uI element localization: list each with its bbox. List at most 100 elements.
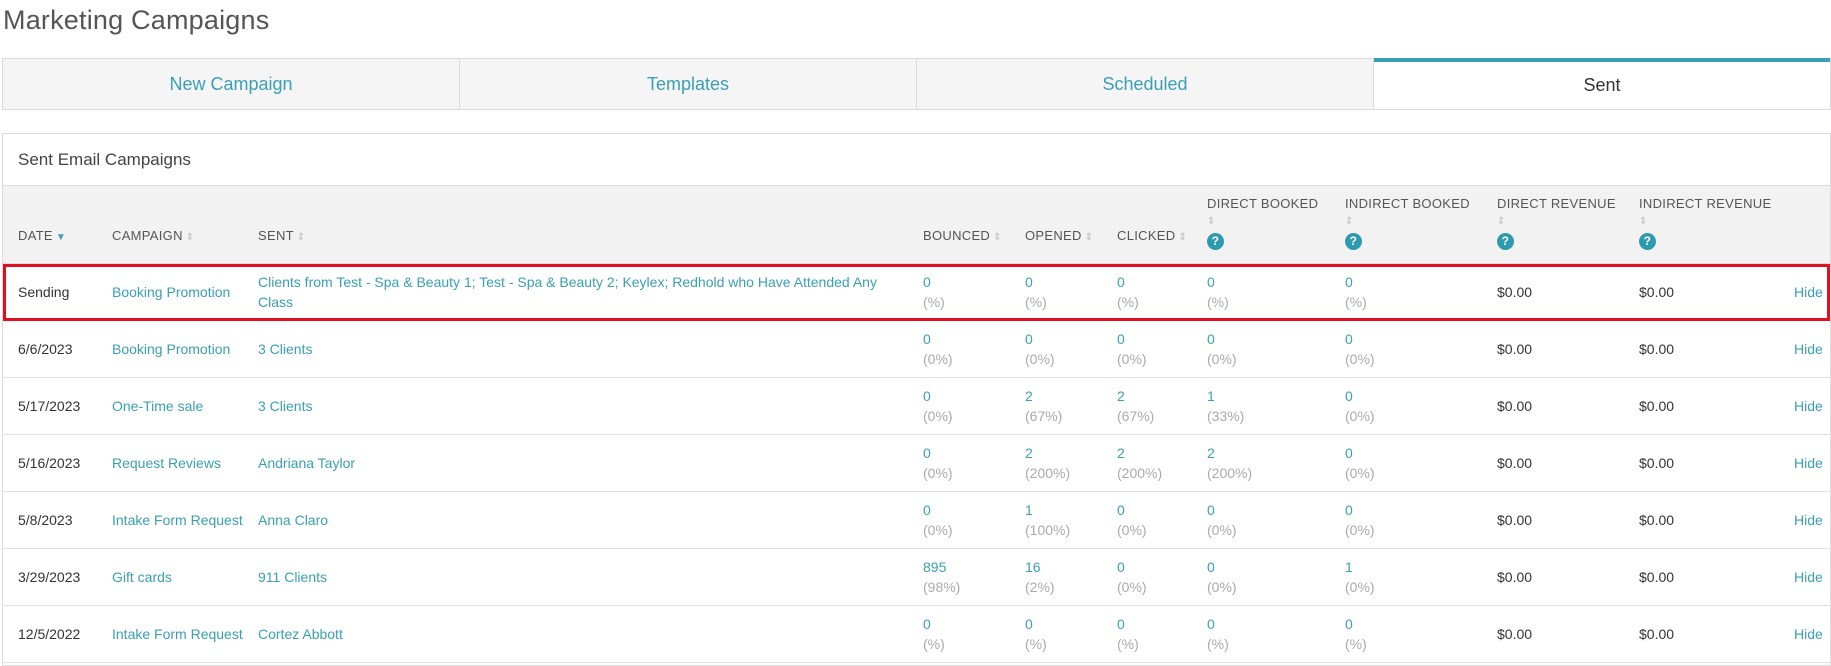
bounced-cell: 0 (0%) [923,443,953,483]
clicked-count[interactable]: 0 [1117,557,1147,577]
opened-cell: 0 (%) [1025,272,1047,312]
help-circle-icon[interactable]: ? [1639,233,1656,250]
campaign-link[interactable]: Gift cards [112,567,247,587]
column-campaign-header[interactable]: CAMPAIGN ⇕ [112,228,194,243]
recipients-link[interactable]: 911 Clients [258,567,898,587]
indirect-booked-count[interactable]: 0 [1345,329,1375,349]
clicked-count[interactable]: 2 [1117,386,1154,406]
column-date-header[interactable]: DATE ▼ [18,228,66,243]
bounced-count[interactable]: 0 [923,329,953,349]
opened-count[interactable]: 2 [1025,386,1062,406]
direct-booked-percent: (%) [1207,636,1229,652]
clicked-count[interactable]: 2 [1117,443,1162,463]
sort-icon: ⇕ [1345,216,1354,227]
column-clicked-label: CLICKED [1117,228,1176,243]
recipients-link[interactable]: 3 Clients [258,339,898,359]
tab-sent[interactable]: Sent [1374,58,1830,109]
column-indirect-revenue-header[interactable]: INDIRECT REVENUE ⇕ ? [1639,196,1771,250]
direct-booked-count[interactable]: 1 [1207,386,1244,406]
hide-link[interactable]: Hide [1794,453,1823,473]
bounced-count[interactable]: 0 [923,272,945,292]
recipients-link[interactable]: 3 Clients [258,396,898,416]
bounced-count[interactable]: 895 [923,557,960,577]
campaign-link[interactable]: Intake Form Request [112,510,247,530]
column-clicked-header[interactable]: CLICKED ⇕ [1117,228,1187,243]
opened-count[interactable]: 0 [1025,614,1047,634]
tab-new-campaign[interactable]: New Campaign [3,58,460,109]
help-circle-icon[interactable]: ? [1497,233,1514,250]
indirect-booked-percent: (0%) [1345,408,1375,424]
indirect-booked-count[interactable]: 1 [1345,557,1375,577]
hide-link[interactable]: Hide [1794,282,1823,302]
opened-count[interactable]: 1 [1025,500,1070,520]
indirect-booked-count[interactable]: 0 [1345,443,1375,463]
direct-booked-cell: 0 (%) [1207,614,1229,654]
help-circle-icon[interactable]: ? [1345,233,1362,250]
clicked-cell: 0 (0%) [1117,329,1147,369]
hide-link[interactable]: Hide [1794,396,1823,416]
column-date-label: DATE [18,228,53,243]
clicked-count[interactable]: 0 [1117,329,1147,349]
indirect-booked-cell: 0 (0%) [1345,329,1375,369]
hide-link[interactable]: Hide [1794,510,1823,530]
column-opened-header[interactable]: OPENED ⇕ [1025,228,1093,243]
panel-heading: Sent Email Campaigns [3,134,1830,186]
direct-booked-count[interactable]: 0 [1207,272,1229,292]
opened-count[interactable]: 0 [1025,329,1055,349]
recipients-link[interactable]: Cortez Abbott [258,624,898,644]
clicked-count[interactable]: 0 [1117,614,1139,634]
campaign-link[interactable]: Booking Promotion [112,282,247,302]
indirect-booked-percent: (0%) [1345,522,1375,538]
direct-revenue: $0.00 [1497,341,1533,357]
column-direct-booked-header[interactable]: DIRECT BOOKED ⇕ ? [1207,196,1318,250]
help-circle-icon[interactable]: ? [1207,233,1224,250]
indirect-booked-count[interactable]: 0 [1345,386,1375,406]
hide-link[interactable]: Hide [1794,624,1823,644]
direct-revenue: $0.00 [1497,626,1533,642]
direct-booked-count[interactable]: 0 [1207,500,1237,520]
bounced-count[interactable]: 0 [923,386,953,406]
row-date: 5/16/2023 [18,455,81,471]
bounced-percent: (0%) [923,465,953,481]
bounced-count[interactable]: 0 [923,443,953,463]
opened-count[interactable]: 0 [1025,272,1047,292]
indirect-booked-cell: 0 (0%) [1345,500,1375,540]
recipients-link[interactable]: Anna Claro [258,510,898,530]
column-direct-revenue-header[interactable]: DIRECT REVENUE ⇕ ? [1497,196,1616,250]
hide-link[interactable]: Hide [1794,567,1823,587]
tab-scheduled[interactable]: Scheduled [917,58,1374,109]
direct-booked-count[interactable]: 2 [1207,443,1252,463]
column-sent-header[interactable]: SENT ⇕ [258,228,306,243]
clicked-count[interactable]: 0 [1117,500,1147,520]
bounced-count[interactable]: 0 [923,614,945,634]
indirect-booked-count[interactable]: 0 [1345,272,1367,292]
direct-booked-cell: 0 (0%) [1207,500,1237,540]
bounced-count[interactable]: 0 [923,500,953,520]
direct-booked-count[interactable]: 0 [1207,614,1229,634]
campaign-link[interactable]: One-Time sale [112,396,247,416]
indirect-booked-cell: 0 (%) [1345,614,1367,654]
campaign-link[interactable]: Intake Form Request [112,624,247,644]
clicked-count[interactable]: 0 [1117,272,1139,292]
bounced-cell: 0 (%) [923,272,945,312]
direct-booked-count[interactable]: 0 [1207,329,1237,349]
hide-link[interactable]: Hide [1794,339,1823,359]
column-indirect-booked-header[interactable]: INDIRECT BOOKED ⇕ ? [1345,196,1470,250]
indirect-booked-count[interactable]: 0 [1345,500,1375,520]
opened-count[interactable]: 2 [1025,443,1070,463]
opened-percent: (2%) [1025,579,1055,595]
indirect-booked-percent: (0%) [1345,579,1375,595]
campaign-link[interactable]: Request Reviews [112,453,247,473]
recipients-link[interactable]: Clients from Test - Spa & Beauty 1; Test… [258,272,898,312]
table-row: 6/6/2023 Booking Promotion 3 Clients 0 (0… [3,321,1830,378]
direct-booked-count[interactable]: 0 [1207,557,1237,577]
opened-cell: 16 (2%) [1025,557,1055,597]
campaign-link[interactable]: Booking Promotion [112,339,247,359]
row-date: Sending [18,284,70,300]
tab-templates[interactable]: Templates [460,58,917,109]
column-indirect-booked-label: INDIRECT BOOKED [1345,196,1470,211]
indirect-booked-count[interactable]: 0 [1345,614,1367,634]
column-bounced-header[interactable]: BOUNCED ⇕ [923,228,1002,243]
opened-count[interactable]: 16 [1025,557,1055,577]
recipients-link[interactable]: Andriana Taylor [258,453,898,473]
